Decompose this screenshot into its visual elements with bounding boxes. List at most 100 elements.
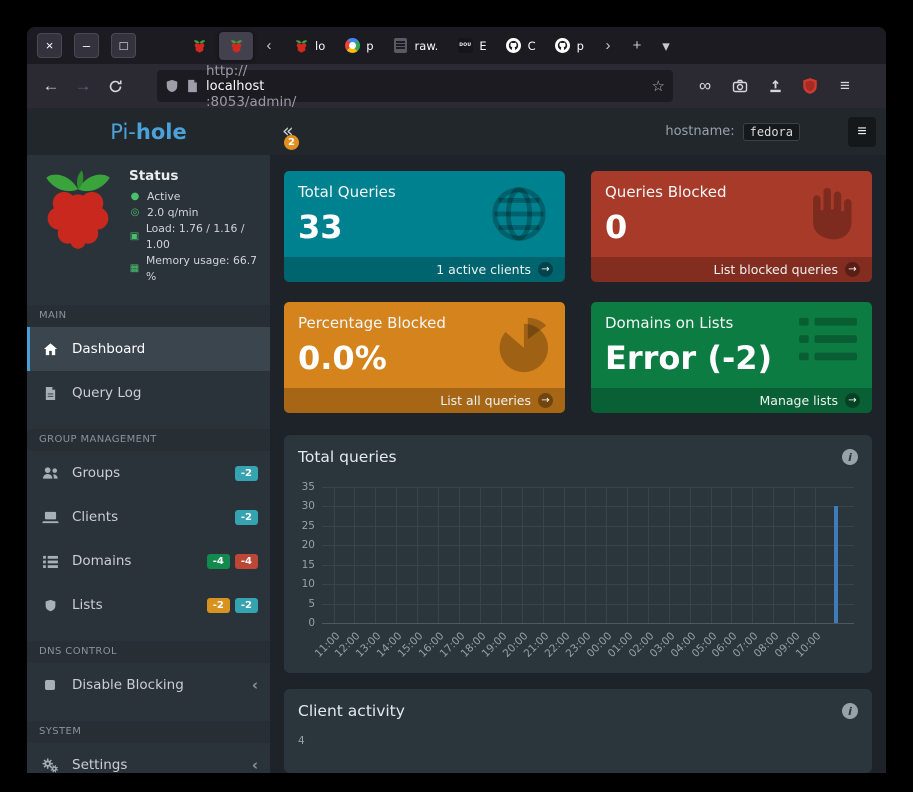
home-icon [41, 342, 59, 357]
tab-scroll-right-button[interactable]: › [595, 32, 621, 60]
hostname-label: hostname: [665, 124, 734, 139]
card-domains-on-lists: Domains on Lists Error (-2) Manage lists… [591, 302, 872, 413]
tab-pihole-3[interactable]: lo [285, 32, 333, 60]
pihole-logo-text: Pi-hole [27, 120, 270, 144]
screenshot-camera-icon[interactable] [724, 70, 756, 102]
domains-badge-green: -4 [207, 554, 230, 569]
forward-button[interactable]: → [67, 70, 99, 102]
sidebar-item-clients[interactable]: Clients -2 [27, 495, 270, 539]
card-footer-link[interactable]: List all queries → [284, 388, 565, 413]
y-axis-tick: 4 [298, 735, 305, 747]
bookmark-star-icon[interactable]: ☆ [652, 77, 665, 95]
card-footer-link[interactable]: 1 active clients → [284, 257, 565, 282]
tab-label: p [366, 39, 373, 53]
chevron-left-icon: ‹ [252, 756, 258, 773]
sidebar-item-label: Lists [72, 597, 103, 613]
hand-icon [800, 183, 860, 249]
card-footer-link[interactable]: Manage lists → [591, 388, 872, 413]
info-icon[interactable]: i [842, 449, 858, 465]
page-favicon [393, 38, 409, 54]
google-favicon [344, 38, 360, 54]
section-label-dns-control: DNS CONTROL [27, 641, 270, 663]
hamburger-icon: ≡ [840, 76, 850, 96]
tab-label: p [577, 39, 584, 53]
tab-label: C [528, 39, 536, 53]
infinity-extension-icon[interactable]: ∞ [689, 70, 721, 102]
card-footer-link[interactable]: List blocked queries → [591, 257, 872, 282]
tab-pihole-pinned-2-active[interactable] [219, 32, 253, 60]
pihole-app: Pi-hole « 2 hostname: fedora ≡ [27, 108, 886, 773]
gauge-icon: ◎ [129, 205, 141, 221]
back-button[interactable]: ← [35, 70, 67, 102]
page-info-icon[interactable] [186, 79, 199, 93]
window-maximize-button[interactable]: □ [111, 33, 136, 58]
new-tab-button[interactable]: + [624, 32, 650, 60]
stat-cards: Total Queries 33 1 active clients → Quer… [284, 171, 872, 413]
sidebar-item-settings[interactable]: Settings ‹ [27, 743, 270, 773]
domains-badge-red: -4 [235, 554, 258, 569]
extension-icons: ∞ ≡ [689, 70, 861, 102]
browser-nav-toolbar: ← → http://localhost:8053/admin/ ☆ ∞ ≡ [27, 64, 886, 108]
tab-github-2[interactable]: p [547, 32, 592, 60]
status-memory: ▦Memory usage: 66.7 % [129, 253, 260, 285]
main-content: Total Queries 33 1 active clients → Quer… [270, 155, 886, 773]
dou-favicon: DOU [457, 38, 473, 54]
hamburger-icon: ≡ [857, 123, 866, 140]
sidebar-status-block: Status ●Active ◎2.0 q/min ▣Load: 1.76 / … [27, 155, 270, 291]
tab-pihole-pinned-1[interactable] [182, 32, 216, 60]
total-queries-chart: 0510152025303511:0012:0013:0014:0015:001… [292, 481, 860, 661]
pihole-favicon [191, 38, 207, 54]
clients-badge: -2 [235, 510, 258, 525]
forward-icon: → [75, 76, 92, 96]
window-minimize-button[interactable]: – [74, 33, 99, 58]
stop-icon [41, 679, 59, 691]
sidebar-item-label: Dashboard [72, 341, 145, 357]
window-controls: × – □ [37, 33, 136, 58]
maximize-icon: □ [120, 38, 128, 53]
ublock-origin-icon[interactable] [794, 70, 826, 102]
status-load: ▣Load: 1.76 / 1.16 / 1.00 [129, 221, 260, 253]
laptop-icon [41, 511, 59, 524]
sidebar-item-dashboard[interactable]: Dashboard [27, 327, 270, 371]
tab-dou[interactable]: DOU E [449, 32, 494, 60]
sidebar-item-groups[interactable]: Groups -2 [27, 451, 270, 495]
tab-scroll-left-button[interactable]: ‹ [256, 32, 282, 60]
shield-icon[interactable] [165, 79, 179, 93]
chevron-left-icon: ‹ [252, 676, 258, 694]
sidebar-item-label: Disable Blocking [72, 677, 184, 693]
tab-label: E [479, 39, 486, 53]
arrow-circle-icon: → [845, 262, 860, 277]
sidebar-item-domains[interactable]: Domains -4 -4 [27, 539, 270, 583]
reload-icon [108, 79, 123, 94]
tab-raw[interactable]: raw. [385, 32, 447, 60]
tab-github-1[interactable]: C [498, 32, 544, 60]
hostname-display: hostname: fedora [665, 123, 800, 141]
status-rate: ◎2.0 q/min [129, 205, 260, 221]
sidebar-item-label: Query Log [72, 385, 141, 401]
status-active: ●Active [129, 189, 260, 205]
reload-button[interactable] [99, 70, 131, 102]
github-favicon [555, 38, 571, 54]
sidebar-item-label: Domains [72, 553, 131, 569]
window-close-button[interactable]: × [37, 33, 62, 58]
url-bar[interactable]: http://localhost:8053/admin/ ☆ [157, 70, 673, 102]
info-icon[interactable]: i [842, 703, 858, 719]
share-icon[interactable] [759, 70, 791, 102]
sidebar-item-query-log[interactable]: Query Log [27, 371, 270, 415]
arrow-circle-icon: → [845, 393, 860, 408]
tab-list-dropdown-button[interactable]: ▾ [653, 32, 679, 60]
sidebar-item-lists[interactable]: Lists -2 -2 [27, 583, 270, 627]
panel-client-activity: Client activity i 4 [284, 689, 872, 773]
tab-google[interactable]: p [336, 32, 381, 60]
browser-window: × – □ ‹ lo p raw. [27, 27, 886, 773]
arrow-circle-icon: → [538, 262, 553, 277]
panel-title: Total queries [298, 448, 397, 466]
chevron-right-icon: › [605, 37, 610, 54]
plus-icon: + [633, 37, 642, 54]
minimize-icon: – [83, 38, 90, 53]
status-circle-icon: ● [129, 189, 141, 205]
pihole-favicon [293, 38, 309, 54]
pihole-menu-button[interactable]: ≡ [848, 117, 876, 147]
sidebar-item-disable-blocking[interactable]: Disable Blocking ‹ [27, 663, 270, 707]
browser-menu-button[interactable]: ≡ [829, 70, 861, 102]
